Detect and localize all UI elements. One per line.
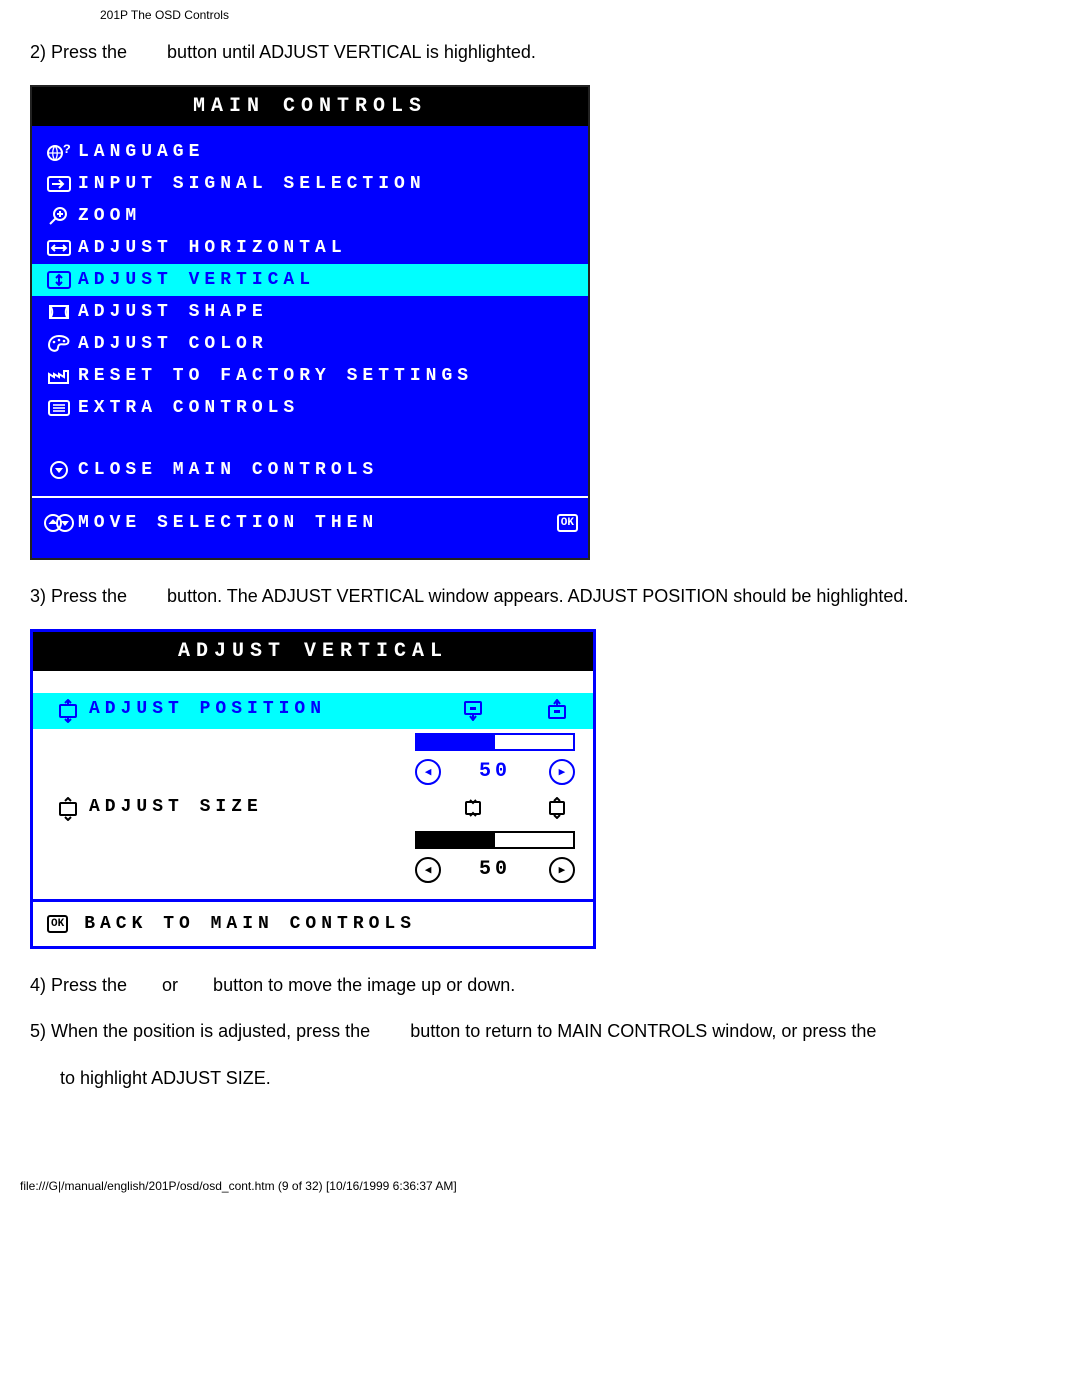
globe-question-icon: ? [40,141,78,163]
menu-label: ADJUST HORIZONTAL [78,238,578,258]
adjust-position-label: ADJUST POSITION [89,699,461,719]
menu-item-adjust-color[interactable]: ADJUST COLOR [32,328,588,360]
menu-label: ZOOM [78,206,578,226]
menu-item-language[interactable]: ? LANGUAGE [32,136,588,168]
step-3-text: 3) Press the button. The ADJUST VERTICAL… [30,582,1050,611]
menu-label: EXTRA CONTROLS [78,398,578,418]
palette-icon [40,333,78,355]
menu-item-adjust-horizontal[interactable]: ADJUST HORIZONTAL [32,232,588,264]
position-icon [47,699,89,723]
menu-item-adjust-vertical[interactable]: ADJUST VERTICAL [32,264,588,296]
osd-adjust-vertical: ADJUST VERTICAL ADJUST POSITION [30,629,596,949]
step-5b-text: to highlight ADJUST SIZE. [60,1064,1050,1093]
size-shrink-icon [461,797,485,819]
list-icon [40,398,78,418]
size-icon [47,797,89,821]
menu-item-input-signal[interactable]: INPUT SIGNAL SELECTION [32,168,588,200]
up-down-circles-icon [40,512,78,534]
menu-label: LANGUAGE [78,142,578,162]
position-down-icon [461,699,485,721]
menu-item-zoom[interactable]: ZOOM [32,200,588,232]
adjust-size-row[interactable]: ADJUST SIZE [33,791,593,827]
osd1-hint-row: MOVE SELECTION THEN OK [32,508,588,540]
menu-label: ADJUST SHAPE [78,302,578,322]
menu-item-extra-controls[interactable]: EXTRA CONTROLS [32,392,588,424]
page-footer-path: file:///G|/manual/english/201P/osd/osd_c… [0,1141,1080,1203]
menu-label: RESET TO FACTORY SETTINGS [78,366,578,386]
menu-item-adjust-shape[interactable]: ADJUST SHAPE [32,296,588,328]
page-header-title: 201P The OSD Controls [30,0,1050,30]
position-progress-bar [415,733,575,751]
step-4-text: 4) Press the or button to move the image… [30,971,1050,1000]
right-arrow-button[interactable]: ▶ [549,759,575,785]
adjust-size-label: ADJUST SIZE [89,797,461,817]
adjust-position-row[interactable]: ADJUST POSITION [33,693,593,729]
close-label: CLOSE MAIN CONTROLS [78,460,578,480]
ok-icon: OK [47,915,68,933]
menu-item-reset-factory[interactable]: RESET TO FACTORY SETTINGS [32,360,588,392]
input-signal-icon [40,174,78,194]
down-circle-icon [40,459,78,481]
position-slider-block: ◀ 50 ▶ [33,729,593,791]
menu-label: INPUT SIGNAL SELECTION [78,174,578,194]
size-value: 50 [479,858,511,881]
vertical-arrows-icon [40,270,78,290]
position-value: 50 [479,760,511,783]
step-2-text: 2) Press the button until ADJUST VERTICA… [30,38,1050,67]
menu-label: ADJUST VERTICAL [78,270,578,290]
osd2-title: ADJUST VERTICAL [33,632,593,671]
svg-text:?: ? [63,142,72,157]
factory-icon [40,366,78,386]
ok-icon: OK [557,514,578,532]
size-expand-icon [545,797,569,819]
back-label: BACK TO MAIN CONTROLS [84,914,416,934]
magnifier-icon [40,205,78,227]
osd2-back-row[interactable]: OK BACK TO MAIN CONTROLS [33,899,593,946]
left-arrow-button[interactable]: ◀ [415,857,441,883]
shape-icon [40,302,78,322]
right-arrow-button[interactable]: ▶ [549,857,575,883]
left-arrow-button[interactable]: ◀ [415,759,441,785]
position-up-icon [545,699,569,721]
size-progress-bar [415,831,575,849]
step-5-text: 5) When the position is adjusted, press … [30,1017,1050,1046]
menu-item-close[interactable]: CLOSE MAIN CONTROLS [32,454,588,486]
hint-label: MOVE SELECTION THEN [78,513,551,533]
menu-label: ADJUST COLOR [78,334,578,354]
osd1-title: MAIN CONTROLS [32,87,588,126]
size-slider-block: ◀ 50 ▶ [33,827,593,889]
horizontal-arrows-icon [40,238,78,258]
osd-main-controls: MAIN CONTROLS ? LANGUAGE INPUT SIGNAL SE… [30,85,590,560]
